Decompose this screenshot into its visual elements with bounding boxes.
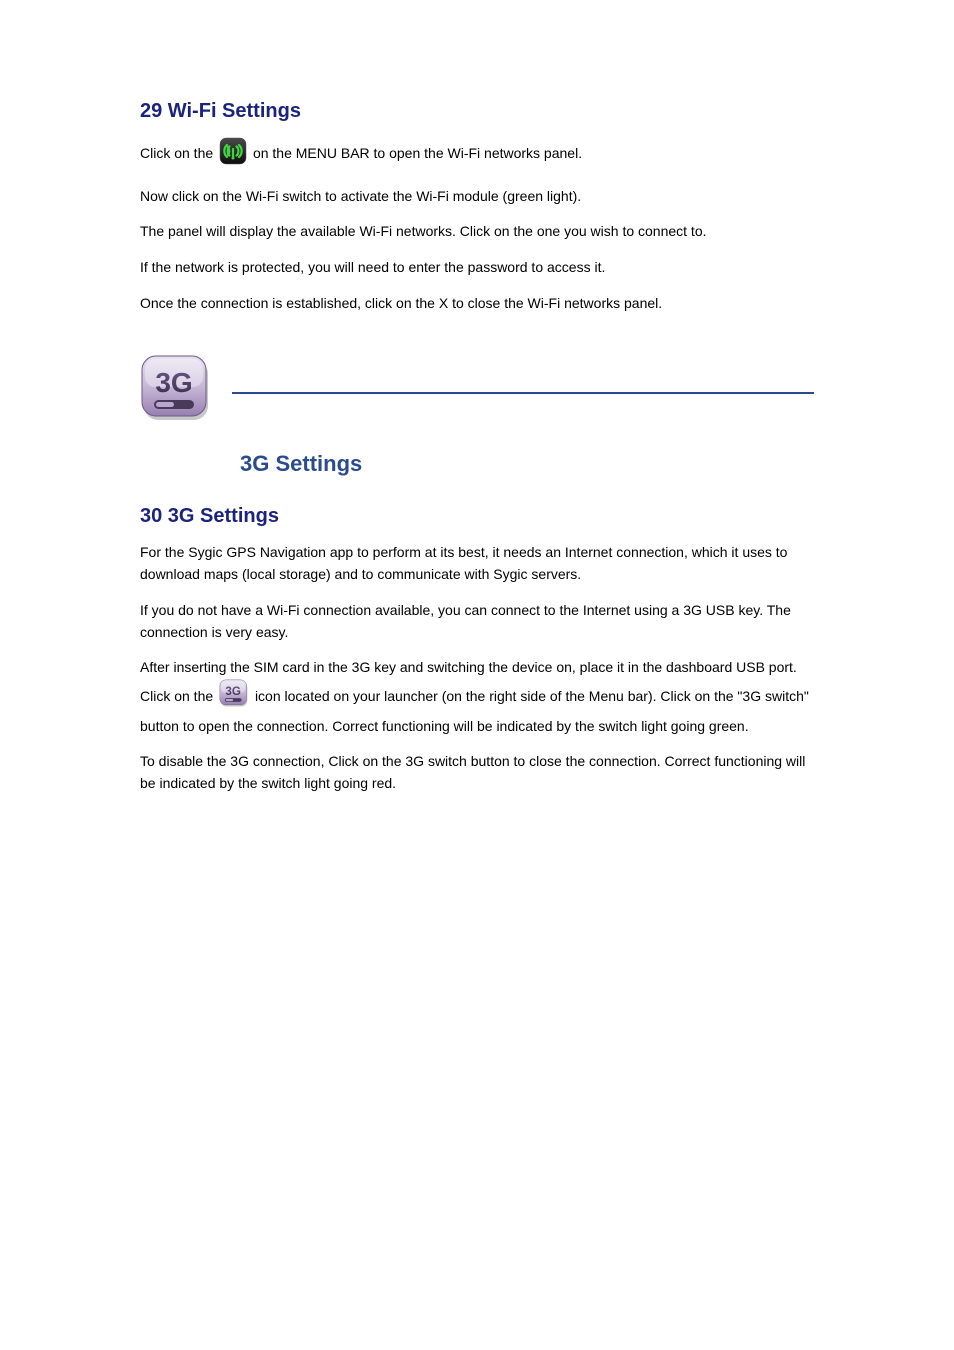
3g-paragraph-2: If you do not have a Wi-Fi connection av… [140, 600, 814, 643]
wifi-paragraph-1: Click on the [140, 137, 814, 172]
wifi-settings-heading: 29 Wi-Fi Settings [140, 100, 814, 123]
wifi-p1-text-b: on the MENU BAR to open the Wi-Fi networ… [253, 145, 582, 161]
wifi-paragraph-4: If the network is protected, you will ne… [140, 257, 814, 279]
3g-section-icon: 3G [140, 354, 212, 431]
svg-text:3G: 3G [155, 367, 192, 398]
wifi-p1-text-a: Click on the [140, 145, 217, 161]
wifi-paragraph-5: Once the connection is established, clic… [140, 293, 814, 315]
3g-small-icon: 3G [219, 679, 249, 716]
wifi-paragraph-3: The panel will display the available Wi-… [140, 221, 814, 243]
3g-paragraph-3: After inserting the SIM card in the 3G k… [140, 657, 814, 737]
3g-paragraph-1: For the Sygic GPS Navigation app to perf… [140, 542, 814, 585]
wifi-signal-icon [219, 137, 247, 172]
3g-section-title: 3G Settings [240, 451, 814, 477]
section-divider: 3G [140, 354, 814, 431]
svg-text:3G: 3G [225, 685, 241, 698]
wifi-paragraph-2: Now click on the Wi-Fi switch to activat… [140, 186, 814, 208]
3g-paragraph-4: To disable the 3G connection, Click on t… [140, 751, 814, 794]
3g-settings-heading: 30 3G Settings [140, 505, 814, 528]
divider-line [232, 392, 814, 394]
